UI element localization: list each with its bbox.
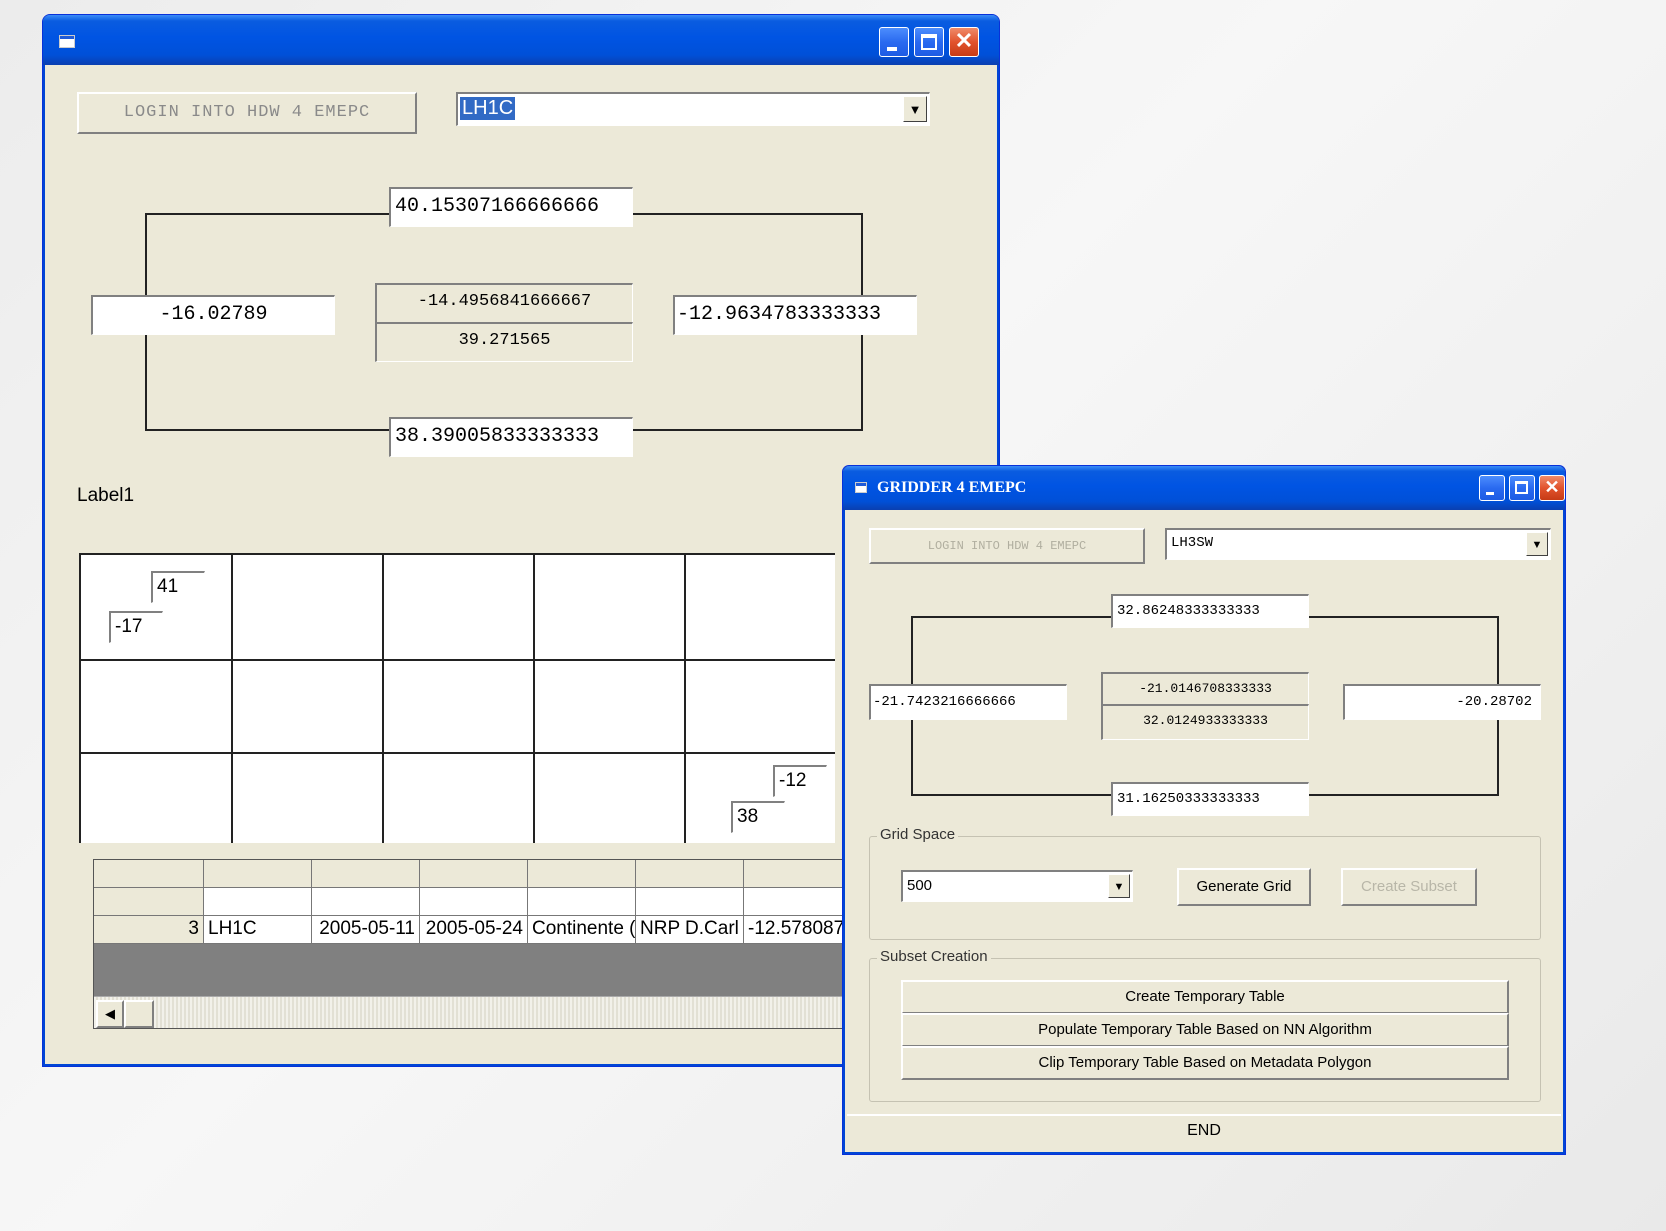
grid-top-label: 41 (151, 571, 205, 603)
table-cell (744, 888, 852, 916)
center-longitude-field: -21.0146708333333 (1101, 672, 1309, 708)
combo-dropdown-button[interactable]: ▼ (1526, 532, 1548, 556)
scroll-thumb[interactable] (124, 1000, 154, 1028)
west-coordinate-field[interactable]: -21.7423216666666 (869, 684, 1067, 720)
table-cell[interactable]: 2005-05-24 (420, 916, 528, 944)
dataset-combo[interactable]: LH1C ▼ (456, 92, 930, 126)
table-cell (204, 888, 312, 916)
grid-cell (233, 754, 384, 843)
grid-cell (535, 754, 686, 843)
create-temporary-table-button[interactable]: Create Temporary Table (901, 980, 1509, 1014)
data-table[interactable]: 3 LH1C 2005-05-11 2005-05-24 Continente … (93, 859, 853, 1029)
dataset-combo-value: LH3SW (1171, 535, 1214, 551)
south-coordinate-field[interactable]: 38.39005833333333 (389, 417, 633, 457)
minimize-icon (887, 47, 897, 51)
table-header-cell (94, 860, 204, 888)
minimize-button[interactable] (1479, 475, 1505, 501)
login-button[interactable]: LOGIN INTO HDW 4 EMEPC (77, 92, 417, 134)
grid-space-value: 500 (907, 877, 933, 894)
login-button[interactable]: LOGIN INTO HDW 4 EMEPC (869, 528, 1145, 564)
grid-bottom-label: 38 (731, 801, 785, 833)
grid-canvas[interactable]: 41 -17 -12 38 (79, 553, 835, 843)
combo-dropdown-button[interactable]: ▼ (1108, 874, 1130, 898)
east-coordinate-field[interactable]: -20.28702 (1343, 684, 1541, 720)
grid-cell (81, 754, 233, 843)
app-window-icon (59, 35, 75, 48)
grid-cell (686, 661, 835, 754)
app-window-icon (855, 482, 867, 493)
grid-cell (384, 754, 535, 843)
chevron-down-icon: ▼ (1531, 539, 1543, 551)
table-cell[interactable]: 2005-05-11 (312, 916, 420, 944)
grid-left-label: -17 (109, 611, 163, 643)
grid-cell (535, 661, 686, 754)
table-header-cell (420, 860, 528, 888)
close-icon: ✕ (1544, 477, 1560, 497)
close-button[interactable]: ✕ (1539, 475, 1565, 501)
east-coordinate-field[interactable]: -12.9634783333333 (673, 295, 917, 335)
grid-cell (686, 555, 835, 661)
table-row-number[interactable]: 3 (94, 916, 204, 944)
south-coordinate-field[interactable]: 31.16250333333333 (1111, 782, 1309, 816)
main-window-titlebar[interactable]: ✕ (43, 15, 999, 65)
horizontal-scrollbar[interactable]: ◀ (94, 996, 852, 1028)
close-button[interactable]: ✕ (949, 27, 979, 57)
subset-creation-title: Subset Creation (877, 948, 991, 965)
table-header-cell (204, 860, 312, 888)
center-latitude-field: 32.0124933333333 (1101, 704, 1309, 740)
table-cell[interactable]: Continente ( (528, 916, 636, 944)
minimize-button[interactable] (879, 27, 909, 57)
dataset-combo[interactable]: LH3SW ▼ (1165, 528, 1551, 560)
table-cell (312, 888, 420, 916)
table-cell[interactable]: -12.578087 (744, 916, 852, 944)
north-coordinate-field[interactable]: 40.15307166666666 (389, 187, 633, 227)
table-header-cell (636, 860, 744, 888)
end-button[interactable]: END (847, 1114, 1561, 1150)
grid-right-label: -12 (773, 765, 827, 797)
table-header-cell (312, 860, 420, 888)
maximize-button[interactable] (1509, 475, 1535, 501)
minimize-icon (1486, 492, 1494, 495)
table-header-cell (744, 860, 852, 888)
close-icon: ✕ (954, 28, 974, 53)
grid-space-combo[interactable]: 500 ▼ (901, 870, 1133, 902)
table-cell (636, 888, 744, 916)
chevron-down-icon: ▼ (1113, 881, 1125, 893)
clip-temporary-table-button[interactable]: Clip Temporary Table Based on Metadata P… (901, 1046, 1509, 1080)
center-latitude-field: 39.271565 (375, 322, 633, 362)
table-header-cell (528, 860, 636, 888)
maximize-icon (1515, 481, 1528, 494)
maximize-icon (921, 34, 937, 50)
gridder-window: GRIDDER 4 EMEPC ✕ LOGIN INTO HDW 4 EMEPC… (842, 465, 1566, 1155)
table-cell[interactable]: NRP D.Carl (636, 916, 744, 944)
chevron-left-icon: ◀ (105, 1006, 115, 1021)
center-longitude-field: -14.4956841666667 (375, 283, 633, 323)
dataset-combo-value: LH1C (460, 97, 516, 120)
gridder-window-title: GRIDDER 4 EMEPC (877, 479, 1027, 496)
scroll-left-button[interactable]: ◀ (96, 1000, 124, 1028)
grid-cell (535, 555, 686, 661)
chevron-down-icon: ▼ (908, 102, 922, 117)
label1: Label1 (77, 485, 135, 506)
combo-dropdown-button[interactable]: ▼ (903, 96, 927, 122)
table-cell[interactable]: LH1C (204, 916, 312, 944)
create-subset-button[interactable]: Create Subset (1341, 868, 1477, 906)
north-coordinate-field[interactable]: 32.86248333333333 (1111, 594, 1309, 628)
gridder-window-titlebar[interactable]: GRIDDER 4 EMEPC ✕ (843, 466, 1565, 510)
grid-cell (384, 661, 535, 754)
maximize-button[interactable] (914, 27, 944, 57)
grid-cell (81, 661, 233, 754)
west-coordinate-field[interactable]: -16.02789 (91, 295, 335, 335)
grid-cell (233, 661, 384, 754)
table-cell (528, 888, 636, 916)
grid-space-title: Grid Space (877, 826, 959, 843)
table-row-header (94, 888, 204, 916)
grid-cell (233, 555, 384, 661)
table-cell (420, 888, 528, 916)
grid-cell (384, 555, 535, 661)
populate-temporary-table-button[interactable]: Populate Temporary Table Based on NN Alg… (901, 1013, 1509, 1047)
end-button-label: END (1187, 1122, 1221, 1139)
generate-grid-button[interactable]: Generate Grid (1177, 868, 1311, 906)
